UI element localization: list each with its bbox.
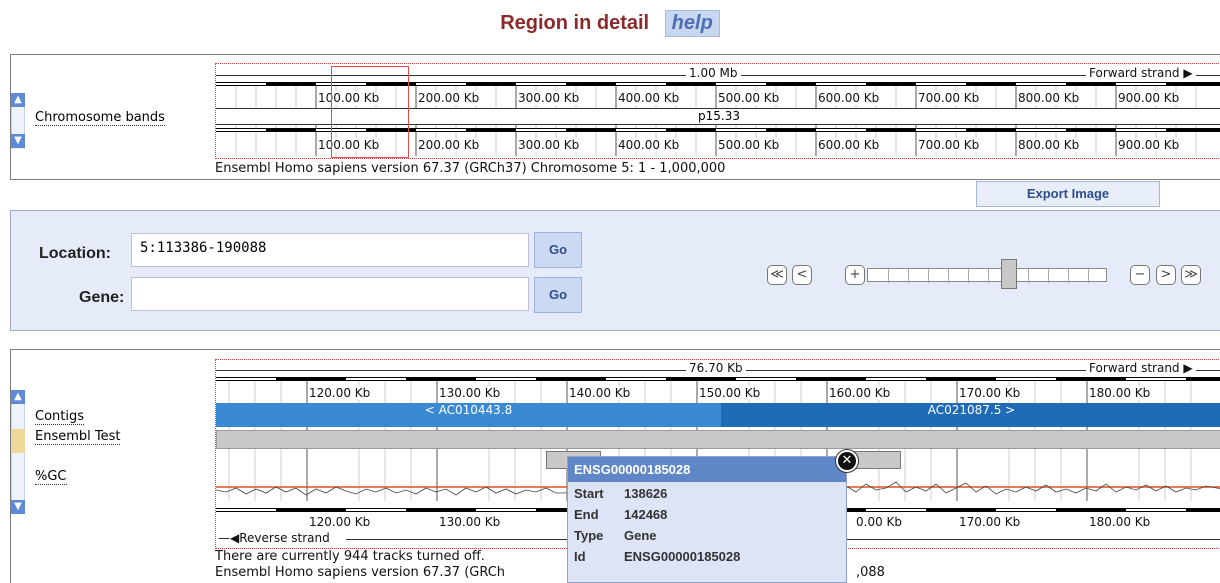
zoom-out-button[interactable]: −	[1130, 265, 1150, 285]
tick-label: 170.00 Kb	[959, 386, 1021, 400]
tick-label: 180.00 Kb	[1089, 386, 1151, 400]
tick-label: 900.00 Kb	[1118, 138, 1180, 152]
location-input[interactable]: 5:113386-190088	[131, 233, 529, 267]
tick-label: 180.00 Kb	[1089, 515, 1151, 529]
move-down-button[interactable]: ▼	[11, 500, 25, 514]
scroll-right-button[interactable]: >	[1156, 265, 1176, 285]
tick-label: 700.00 Kb	[918, 138, 980, 152]
chromosome-image-area: 1.00 Mb Forward strand ▶ 100.00 Kb 200.0…	[215, 63, 1220, 159]
move-up-button[interactable]: ▲	[11, 93, 25, 107]
tick-label: 130.00 Kb	[439, 386, 501, 400]
help-button[interactable]: help	[664, 10, 720, 37]
tick-label: 170.00 Kb	[959, 515, 1021, 529]
tick-label: 150.00 Kb	[699, 386, 761, 400]
track-label-contigs[interactable]: Contigs	[35, 410, 85, 425]
tick-label: 600.00 Kb	[818, 138, 880, 152]
scale-length-label: 76.70 Kb	[686, 361, 746, 375]
scroll-left-button[interactable]: <	[792, 265, 812, 285]
tick-label: 300.00 Kb	[518, 138, 580, 152]
tick-label: 800.00 Kb	[1018, 138, 1080, 152]
location-go-button[interactable]: Go	[534, 232, 582, 268]
page-title: Region in detail help	[0, 10, 1220, 37]
tick-label: 0.00 Kb	[856, 515, 903, 529]
zoom-slider-handle[interactable]	[1001, 259, 1017, 289]
tick-label: 160.00 Kb	[829, 386, 891, 400]
tick-label: 200.00 Kb	[418, 91, 480, 105]
popup-row-type: Type Gene	[574, 528, 657, 543]
popup-row-start: Start 138626	[574, 486, 668, 501]
move-down-button[interactable]: ▼	[11, 134, 25, 148]
ensembl-test-bar[interactable]	[216, 430, 1220, 449]
feature-popup: ENSG00000185028 Start 138626 End 142468 Ty…	[567, 456, 847, 583]
tick-label: 500.00 Kb	[718, 91, 780, 105]
tick-label: 200.00 Kb	[418, 138, 480, 152]
detail-caption-end: ,088	[856, 565, 885, 580]
tick-label: 600.00 Kb	[818, 91, 880, 105]
tick-label: 120.00 Kb	[309, 386, 371, 400]
gene-label: Gene:	[79, 289, 125, 306]
scroll-right-far-button[interactable]: ≫	[1181, 265, 1201, 285]
tick-label: 500.00 Kb	[718, 138, 780, 152]
reverse-strand-label: —◀Reverse strand	[218, 531, 334, 545]
move-up-button[interactable]: ▲	[11, 390, 25, 404]
tick-label: 120.00 Kb	[309, 515, 371, 529]
chromosome-panel: ▲ ▼ Chromosome bands 1.00 Mb Forward str…	[10, 54, 1220, 180]
ensembl-test-track-highlight	[11, 429, 25, 453]
contig-left[interactable]: < AC010443.8	[216, 403, 721, 427]
scale-length-label: 1.00 Mb	[686, 66, 741, 80]
location-label: Location:	[39, 245, 111, 262]
page-title-text: Region in detail	[500, 12, 650, 34]
tick-label: 900.00 Kb	[1118, 91, 1180, 105]
tracks-off-note: There are currently 944 tracks turned of…	[215, 549, 485, 564]
track-label-ensembl-test[interactable]: Ensembl Test	[35, 430, 121, 445]
popup-row-end: End 142468	[574, 507, 668, 522]
tick-label: 140.00 Kb	[569, 386, 631, 400]
detail-caption: Ensembl Homo sapiens version 67.37 (GRCh	[215, 565, 506, 580]
detail-tick-labels-top: 120.00 Kb 130.00 Kb 140.00 Kb 150.00 Kb …	[216, 386, 1220, 402]
zoom-slider[interactable]	[867, 268, 1107, 283]
export-image-button[interactable]: Export Image	[976, 181, 1160, 207]
region-selection-box[interactable]	[331, 66, 409, 158]
gene-input[interactable]	[131, 277, 529, 311]
close-icon[interactable]: ✕	[836, 450, 858, 472]
gene-go-button[interactable]: Go	[534, 277, 582, 313]
track-label-gc[interactable]: %GC	[35, 470, 67, 485]
tick-label: 400.00 Kb	[618, 138, 680, 152]
band-label: p15.33	[698, 109, 740, 123]
tick-label: 400.00 Kb	[618, 91, 680, 105]
popup-title: ENSG00000185028	[568, 457, 846, 482]
tick-label: 800.00 Kb	[1018, 91, 1080, 105]
contig-right[interactable]: AC021087.5 >	[721, 403, 1220, 427]
tick-label: 300.00 Kb	[518, 91, 580, 105]
navigation-panel: Location: 5:113386-190088 Go Gene: Go ≪ …	[10, 210, 1220, 331]
forward-strand-label: Forward strand ▶	[1086, 361, 1196, 375]
scroll-left-far-button[interactable]: ≪	[767, 265, 787, 285]
tick-label: 130.00 Kb	[439, 515, 501, 529]
tick-label: 700.00 Kb	[918, 91, 980, 105]
forward-strand-label: Forward strand ▶	[1086, 66, 1196, 80]
zoom-in-button[interactable]: +	[845, 265, 865, 285]
popup-row-id: Id ENSG00000185028	[574, 549, 741, 564]
track-label-chromosome-bands[interactable]: Chromosome bands	[35, 111, 165, 126]
chromosome-caption: Ensembl Homo sapiens version 67.37 (GRCh…	[215, 161, 726, 176]
